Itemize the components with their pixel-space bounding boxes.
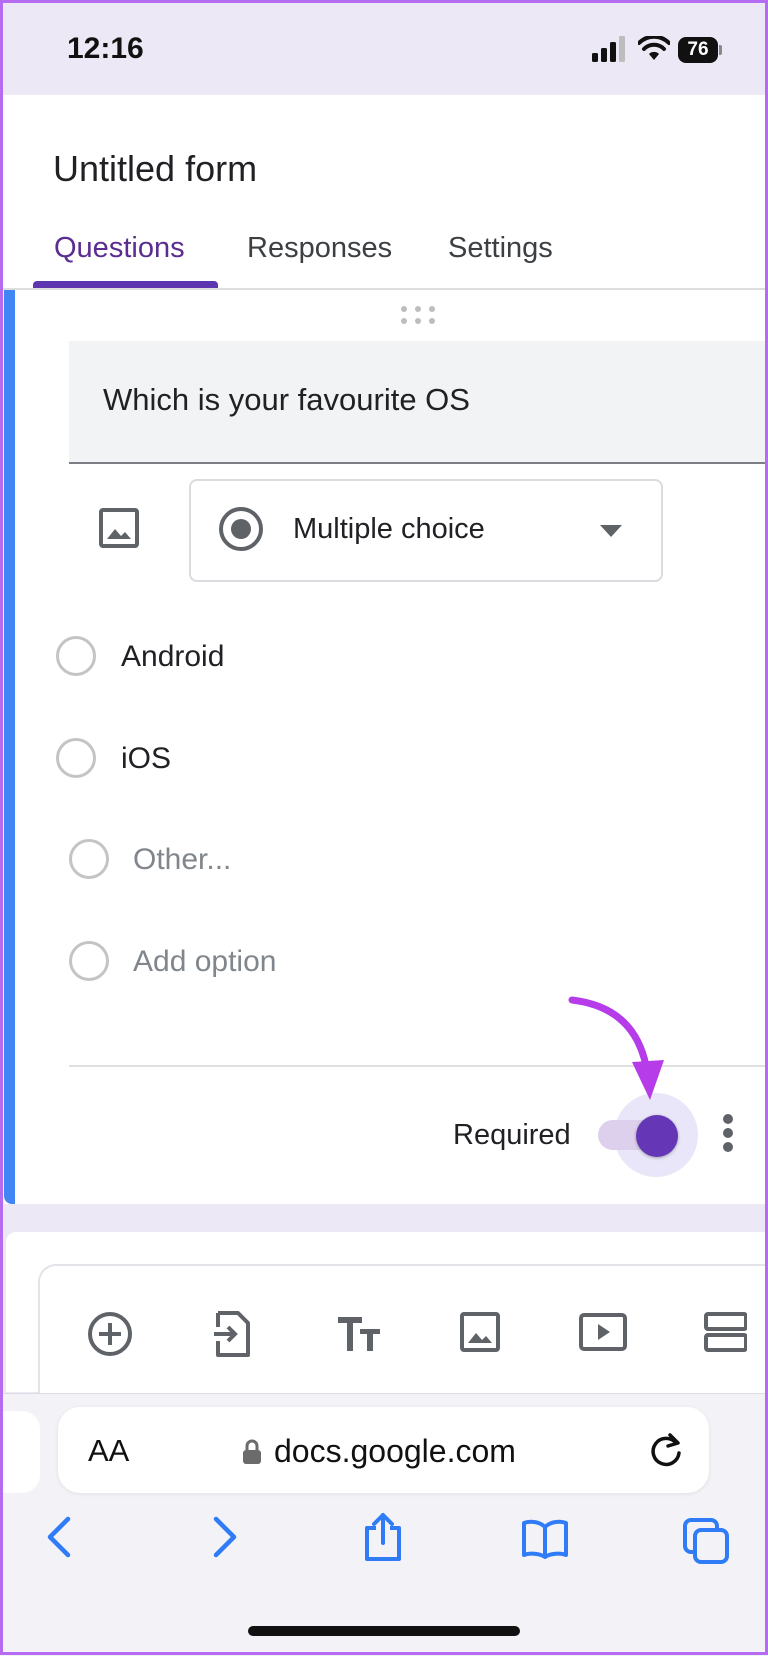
tab-responses[interactable]: Responses [247, 232, 392, 265]
lock-icon [243, 1439, 261, 1464]
question-title-text[interactable]: Which is your favourite OS [103, 382, 470, 418]
share-icon[interactable] [362, 1512, 404, 1562]
option-ios[interactable]: iOS [121, 742, 171, 776]
question-type-label: Multiple choice [293, 513, 485, 545]
bookmarks-icon[interactable] [521, 1519, 569, 1559]
adjacent-tab-peek[interactable] [0, 1411, 40, 1493]
add-option-button[interactable]: Add option [133, 945, 276, 979]
tab-settings[interactable]: Settings [448, 232, 553, 265]
active-tab-indicator [33, 281, 218, 288]
add-image-icon[interactable] [98, 507, 140, 549]
status-time: 12:16 [67, 32, 144, 65]
reload-icon[interactable] [648, 1431, 684, 1469]
add-video-icon[interactable] [579, 1311, 627, 1353]
option-radio-icon [56, 738, 96, 778]
option-radio-icon [69, 941, 109, 981]
multiple-choice-icon [219, 507, 263, 551]
dropdown-caret-icon [600, 525, 622, 537]
drag-handle-icon[interactable] [400, 305, 436, 325]
option-radio-icon [69, 839, 109, 879]
annotation-arrow-icon [568, 996, 664, 1100]
status-bar: 12:16 76 [0, 0, 768, 95]
option-radio-icon [56, 636, 96, 676]
add-title-icon[interactable] [336, 1311, 382, 1357]
battery-icon: 76 [678, 37, 722, 63]
cellular-signal-icon [592, 36, 625, 62]
url-text[interactable]: docs.google.com [274, 1433, 516, 1470]
home-indicator [248, 1626, 520, 1636]
more-options-icon[interactable] [722, 1113, 734, 1153]
card-focus-accent [4, 290, 15, 1204]
required-toggle-knob[interactable] [636, 1115, 678, 1157]
floating-toolbar [38, 1264, 768, 1396]
option-other[interactable]: Other... [133, 843, 231, 877]
wifi-icon [638, 36, 670, 60]
battery-level: 76 [678, 37, 718, 63]
add-image-icon[interactable] [459, 1311, 501, 1353]
add-question-icon[interactable] [87, 1311, 133, 1357]
option-android[interactable]: Android [121, 640, 224, 674]
form-title[interactable]: Untitled form [53, 148, 257, 190]
back-icon[interactable] [46, 1515, 72, 1559]
add-section-icon[interactable] [703, 1311, 747, 1353]
import-questions-icon[interactable] [212, 1311, 252, 1357]
forward-icon[interactable] [212, 1515, 238, 1559]
required-label: Required [453, 1119, 571, 1151]
tabs-icon[interactable] [683, 1518, 729, 1564]
tab-questions[interactable]: Questions [54, 232, 185, 265]
text-size-button[interactable]: AA [88, 1433, 129, 1469]
